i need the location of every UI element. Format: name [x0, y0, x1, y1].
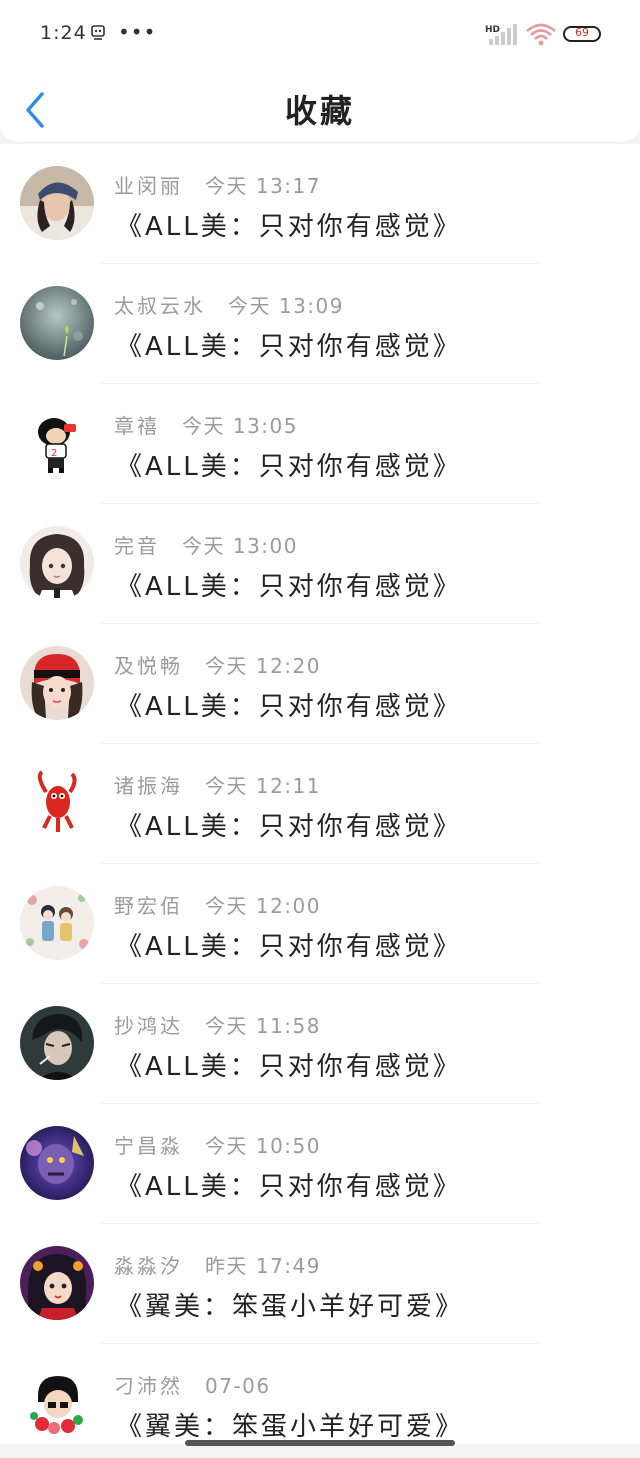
author-name: 淼淼汐: [114, 1254, 183, 1278]
item-content: 《ALL美：只对你有感觉》: [116, 332, 462, 362]
item-meta: 抄鸿达 今天 11:58: [114, 1010, 321, 1039]
notification-app-icon: [91, 25, 105, 40]
wifi-icon: [526, 23, 556, 46]
avatar[interactable]: [20, 886, 94, 960]
item-meta: 完音 今天 13:00: [114, 530, 298, 559]
favorite-item[interactable]: 刁沛然 07-06 《翼美：笨蛋小羊好可爱》: [0, 1344, 640, 1444]
avatar[interactable]: 2: [20, 406, 94, 480]
author-name: 刁沛然: [114, 1374, 183, 1398]
avatar[interactable]: [20, 1006, 94, 1080]
battery-level: 69: [575, 26, 589, 39]
item-meta: 诸振海 今天 12:11: [114, 770, 321, 799]
signal-hd-icon: HD: [485, 24, 517, 45]
item-content: 《ALL美：只对你有感觉》: [116, 1172, 462, 1202]
favorite-item[interactable]: 太叔云水 今天 13:09 《ALL美：只对你有感觉》: [0, 264, 640, 384]
avatar[interactable]: [20, 526, 94, 600]
favorite-item[interactable]: 及悦畅 今天 12:20 《ALL美：只对你有感觉》: [0, 624, 640, 744]
item-meta: 业闵丽 今天 13:17: [114, 170, 321, 199]
item-meta: 宁昌淼 今天 10:50: [114, 1130, 321, 1159]
item-time: 07-06: [205, 1374, 271, 1398]
more-notifications-icon: •••: [118, 20, 157, 44]
item-content: 《ALL美：只对你有感觉》: [116, 932, 462, 962]
author-name: 完音: [114, 534, 160, 558]
svg-text:2: 2: [51, 448, 57, 459]
avatar[interactable]: [20, 1366, 94, 1440]
favorite-item[interactable]: 业闵丽 今天 13:17 《ALL美：只对你有感觉》: [0, 144, 640, 264]
author-name: 抄鸿达: [114, 1014, 183, 1038]
item-meta: 淼淼汐 昨天 17:49: [114, 1250, 321, 1279]
item-content: 《ALL美：只对你有感觉》: [116, 1052, 462, 1082]
item-time: 昨天 17:49: [205, 1254, 321, 1278]
top-bar: 1:24 ••• HD 69 收藏: [0, 0, 640, 143]
author-name: 宁昌淼: [114, 1134, 183, 1158]
author-name: 太叔云水: [114, 294, 206, 318]
item-meta: 太叔云水 今天 13:09: [114, 290, 344, 319]
favorite-item[interactable]: 诸振海 今天 12:11 《ALL美：只对你有感觉》: [0, 744, 640, 864]
favorite-item[interactable]: 淼淼汐 昨天 17:49 《翼美：笨蛋小羊好可爱》: [0, 1224, 640, 1344]
item-time: 今天 12:11: [205, 774, 321, 798]
home-indicator[interactable]: [185, 1440, 455, 1446]
favorite-item[interactable]: 2 章禧 今天 13:05 《ALL美：只对你有感觉》: [0, 384, 640, 504]
favorite-item[interactable]: 野宏佰 今天 12:00 《ALL美：只对你有感觉》: [0, 864, 640, 984]
status-time: 1:24: [40, 22, 87, 44]
favorite-item[interactable]: 完音 今天 13:00 《ALL美：只对你有感觉》: [0, 504, 640, 624]
item-time: 今天 13:17: [205, 174, 321, 198]
status-bar: 1:24 ••• HD 69: [0, 0, 640, 70]
avatar[interactable]: [20, 166, 94, 240]
item-content: 《翼美：笨蛋小羊好可爱》: [116, 1412, 465, 1442]
avatar[interactable]: [20, 1126, 94, 1200]
item-time: 今天 13:05: [182, 414, 298, 438]
item-time: 今天 10:50: [205, 1134, 321, 1158]
battery-icon: 69: [563, 26, 601, 42]
avatar[interactable]: [20, 1246, 94, 1320]
favorite-item[interactable]: 抄鸿达 今天 11:58 《ALL美：只对你有感觉》: [0, 984, 640, 1104]
favorite-item[interactable]: 宁昌淼 今天 10:50 《ALL美：只对你有感觉》: [0, 1104, 640, 1224]
favorites-list: 业闵丽 今天 13:17 《ALL美：只对你有感觉》 太叔云水 今天 13:09 《…: [0, 144, 640, 1444]
item-content: 《ALL美：只对你有感觉》: [116, 692, 462, 722]
hd-label: HD: [485, 25, 500, 35]
item-meta: 刁沛然 07-06: [114, 1370, 271, 1399]
item-content: 《ALL美：只对你有感觉》: [116, 452, 462, 482]
item-meta: 章禧 今天 13:05: [114, 410, 298, 439]
item-content: 《ALL美：只对你有感觉》: [116, 212, 462, 242]
item-content: 《ALL美：只对你有感觉》: [116, 572, 462, 602]
avatar[interactable]: [20, 286, 94, 360]
avatar[interactable]: [20, 766, 94, 840]
item-time: 今天 12:00: [205, 894, 321, 918]
item-meta: 及悦畅 今天 12:20: [114, 650, 321, 679]
page-title: 收藏: [284, 92, 355, 130]
author-name: 诸振海: [114, 774, 183, 798]
item-time: 今天 13:00: [182, 534, 298, 558]
item-content: 《ALL美：只对你有感觉》: [116, 812, 462, 842]
author-name: 业闵丽: [114, 174, 183, 198]
item-time: 今天 11:58: [205, 1014, 321, 1038]
item-content: 《翼美：笨蛋小羊好可爱》: [116, 1292, 465, 1322]
author-name: 及悦畅: [114, 654, 183, 678]
item-meta: 野宏佰 今天 12:00: [114, 890, 321, 919]
avatar[interactable]: [20, 646, 94, 720]
author-name: 野宏佰: [114, 894, 183, 918]
item-time: 今天 12:20: [205, 654, 321, 678]
item-time: 今天 13:09: [228, 294, 344, 318]
author-name: 章禧: [114, 414, 160, 438]
